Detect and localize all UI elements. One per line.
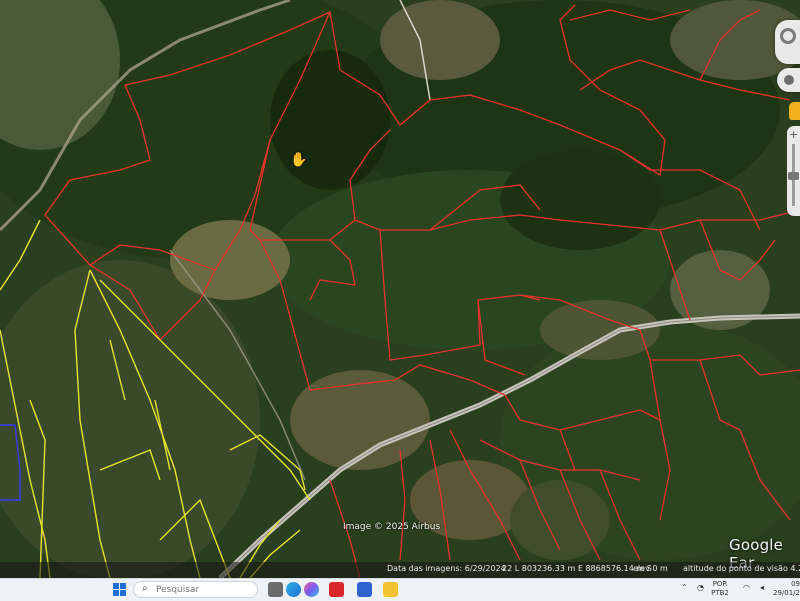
mail-app-icon[interactable]	[357, 582, 372, 597]
elevation-readout: elev 0 m	[633, 564, 668, 573]
network-icon[interactable]: ◔	[697, 583, 704, 592]
satellite-map-view[interactable]: Image © 2025 Airbus Google Ear ✋ + Data …	[0, 0, 800, 578]
eye-altitude-readout: altitude do ponto de visão 4.24 km	[683, 564, 800, 573]
compass-icon[interactable]	[775, 20, 800, 64]
hand-cursor-icon: ✋	[290, 152, 308, 168]
volume-icon[interactable]: ◂	[760, 583, 764, 592]
zoom-slider-icon[interactable]: +	[787, 126, 800, 216]
zoom-slider-handle[interactable]	[788, 172, 799, 180]
wifi-icon[interactable]: ◠	[743, 583, 750, 592]
clock-time: 09	[791, 580, 800, 588]
taskbar-search[interactable]: ⌕	[133, 581, 258, 598]
map-attribution: Image © 2025 Airbus	[343, 522, 441, 532]
taskbar-search-input[interactable]	[156, 583, 251, 596]
edge-browser-icon[interactable]	[286, 582, 301, 597]
language-line1: POR	[712, 580, 728, 588]
taskbar-clock[interactable]: 09 29/01/2	[768, 580, 800, 598]
task-view-icon[interactable]	[268, 582, 283, 597]
search-icon: ⌕	[142, 583, 148, 594]
acrobat-icon[interactable]	[329, 582, 344, 597]
street-view-pegman-icon[interactable]	[789, 102, 800, 120]
tray-chevron-icon[interactable]: ⌃	[681, 583, 688, 592]
windows-start-icon[interactable]	[113, 583, 126, 596]
copilot-icon[interactable]	[304, 582, 319, 597]
look-joystick-icon[interactable]	[777, 68, 800, 92]
file-explorer-icon[interactable]	[383, 582, 398, 597]
imagery-date: Data das imagens: 6/29/2024	[387, 564, 506, 573]
clock-date: 29/01/2	[773, 589, 800, 597]
windows-taskbar: ⌕ ⌃ ◔ POR PTB2 ◠ ◂ 09 29/01/2	[0, 578, 800, 601]
language-indicator[interactable]: POR PTB2	[705, 580, 735, 598]
language-line2: PTB2	[711, 589, 729, 597]
pointer-coordinates: 22 L 803236.33 m E 8868576.14 m S	[502, 564, 652, 573]
zoom-in-button[interactable]: +	[789, 128, 798, 141]
map-status-bar: Data das imagens: 6/29/2024 22 L 803236.…	[0, 562, 800, 578]
